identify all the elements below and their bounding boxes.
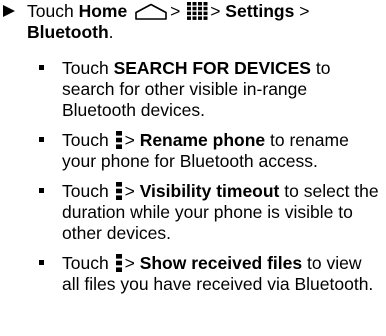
square-bullet-icon: [39, 65, 44, 70]
step-separator-3: >: [299, 1, 310, 21]
list-item-visibility-timeout: Touch > Visibility timeout to select the…: [0, 181, 386, 244]
item-separator: >: [124, 181, 135, 201]
square-bullet-icon: [39, 137, 44, 142]
item-separator: >: [124, 130, 135, 150]
step-period: .: [108, 22, 114, 42]
item-separator: >: [124, 253, 135, 273]
item-option-label: Show received files: [139, 253, 303, 273]
options-list: Touch SEARCH FOR DEVICES to search for o…: [0, 58, 386, 304]
item-touch-text: Touch: [62, 130, 109, 150]
item-option-label: Rename phone: [139, 130, 266, 150]
step-touch-text: Touch: [27, 1, 74, 21]
step-home-label: Home: [78, 1, 128, 21]
item-touch-text: Touch: [62, 58, 109, 78]
home-icon: [135, 3, 167, 20]
list-item-show-received-files: Touch > Show received files to view all …: [0, 253, 386, 295]
item-option-label: Visibility timeout: [139, 181, 280, 201]
menu-icon: [115, 182, 122, 200]
step-separator-2: >: [210, 1, 221, 21]
step-separator-1: >: [170, 1, 181, 21]
item-option-label: SEARCH FOR DEVICES: [113, 58, 311, 78]
menu-icon: [115, 131, 122, 149]
square-bullet-icon: [39, 260, 44, 265]
list-item-rename-phone: Touch > Rename phone to rename your phon…: [0, 130, 386, 172]
apps-grid-icon: [187, 2, 208, 20]
list-item-search-devices: Touch SEARCH FOR DEVICES to search for o…: [0, 58, 386, 121]
instructions-document: Touch Home > > Settings > Bluetooth. Tou…: [0, 0, 386, 336]
arrow-right-icon: [3, 5, 15, 17]
item-touch-text: Touch: [62, 181, 109, 201]
step-bluetooth-label: Bluetooth: [27, 22, 109, 42]
step-text: Touch Home > > Settings > Bluetooth.: [27, 1, 377, 43]
square-bullet-icon: [39, 188, 44, 193]
step-settings-label: Settings: [225, 1, 295, 21]
menu-icon: [115, 254, 122, 272]
item-touch-text: Touch: [62, 253, 109, 273]
